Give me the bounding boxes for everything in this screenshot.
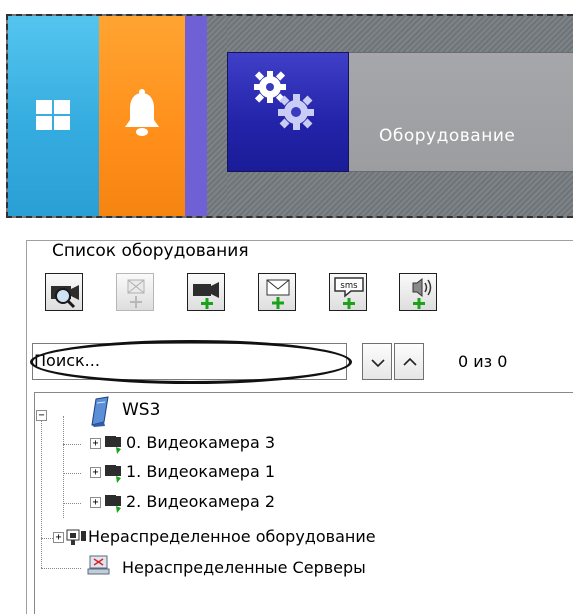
add-audio-button[interactable] bbox=[399, 273, 437, 311]
expand-toggle[interactable]: + bbox=[90, 467, 101, 478]
unassigned-server-icon bbox=[87, 555, 110, 575]
add-sms-button[interactable]: sms bbox=[329, 273, 367, 311]
search-result-count: 0 из 0 bbox=[458, 352, 508, 371]
tree-item-camera[interactable]: 0. Видеокамера 3 bbox=[126, 433, 275, 452]
tree-item-camera[interactable]: 2. Видеокамера 2 bbox=[126, 492, 275, 511]
search-prev-button[interactable] bbox=[394, 343, 424, 380]
tree-connector bbox=[63, 444, 81, 445]
equipment-tab[interactable]: Оборудование bbox=[349, 52, 573, 172]
svg-text:sms: sms bbox=[340, 281, 358, 291]
speaker-add-icon bbox=[412, 277, 432, 309]
tree-connector bbox=[63, 473, 81, 474]
camera-icon bbox=[105, 495, 121, 513]
camera-search-icon bbox=[51, 285, 79, 309]
expand-toggle[interactable]: + bbox=[90, 497, 101, 508]
search-placeholder: Поиск... bbox=[34, 351, 100, 370]
expand-toggle[interactable]: + bbox=[53, 532, 64, 543]
top-toolbar: Оборудование bbox=[6, 14, 573, 218]
notifications-tile[interactable] bbox=[99, 16, 185, 216]
equipment-tab-label: Оборудование bbox=[379, 126, 516, 146]
gears-icon bbox=[254, 71, 314, 130]
expand-toggle[interactable]: + bbox=[90, 438, 101, 449]
bell-icon bbox=[125, 89, 159, 136]
tree-item-ws3[interactable]: WS3 bbox=[122, 400, 160, 420]
screen: Оборудование Список оборудования sms Пои… bbox=[0, 0, 573, 614]
sms-add-icon: sms bbox=[334, 277, 364, 309]
search-camera-button[interactable] bbox=[45, 273, 83, 311]
email-add-icon bbox=[266, 279, 290, 309]
add-disabled-button[interactable] bbox=[116, 273, 154, 311]
camera-add-icon bbox=[193, 282, 219, 309]
tile-gap bbox=[207, 16, 227, 216]
equipment-gears-tile[interactable] bbox=[227, 52, 349, 172]
panel-title: Список оборудования bbox=[50, 241, 251, 261]
chevron-down-icon bbox=[371, 359, 385, 368]
purple-tile-edge bbox=[185, 16, 207, 216]
chevron-up-icon bbox=[403, 357, 417, 366]
tree-item-unassigned-equipment[interactable]: Нераспределенное оборудование bbox=[88, 527, 376, 546]
add-generic-icon bbox=[127, 279, 145, 308]
windows-icon bbox=[36, 100, 70, 130]
tree-connector bbox=[63, 503, 81, 504]
tree-connector bbox=[41, 568, 81, 569]
add-email-button[interactable] bbox=[258, 273, 296, 311]
camera-icon bbox=[105, 436, 121, 454]
camera-icon bbox=[105, 465, 121, 483]
add-camera-button[interactable] bbox=[187, 273, 225, 311]
tree-connector bbox=[41, 416, 42, 568]
server-icon bbox=[91, 396, 109, 427]
windows-tile[interactable] bbox=[8, 16, 99, 216]
tree-item-camera[interactable]: 1. Видеокамера 1 bbox=[126, 462, 275, 481]
search-next-button[interactable] bbox=[362, 343, 392, 380]
tree-item-unassigned-servers[interactable]: Нераспределенные Серверы bbox=[122, 558, 366, 577]
collapse-toggle[interactable]: − bbox=[36, 410, 47, 421]
